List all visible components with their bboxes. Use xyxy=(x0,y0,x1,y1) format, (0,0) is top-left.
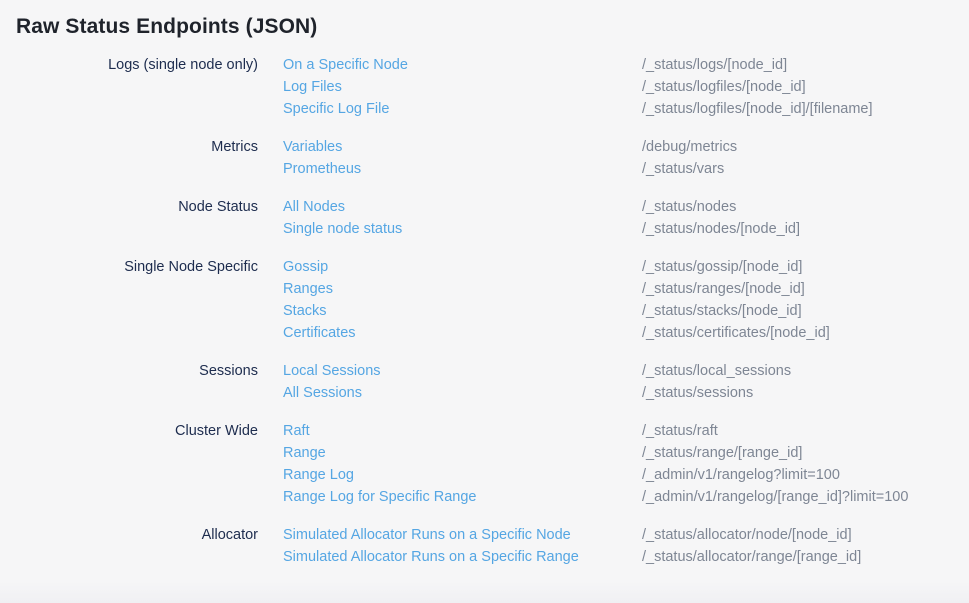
endpoint-path: /_status/nodes/[node_id] xyxy=(642,218,969,240)
section-category: Metrics xyxy=(0,136,258,180)
endpoint-path: /_status/sessions xyxy=(642,382,969,404)
section-category: Node Status xyxy=(0,196,258,240)
section-category: Allocator xyxy=(0,524,258,568)
section-category: Cluster Wide xyxy=(0,420,258,508)
endpoint-path: /_status/ranges/[node_id] xyxy=(642,278,969,300)
endpoint-path: /_status/local_sessions xyxy=(642,360,969,382)
endpoint-path: /_status/allocator/node/[node_id] xyxy=(642,524,969,546)
endpoint-link[interactable]: Ranges xyxy=(283,278,642,300)
endpoint-path: /_status/logfiles/[node_id]/[filename] xyxy=(642,98,969,120)
section-rows: Gossip /_status/gossip/[node_id] Ranges … xyxy=(283,256,969,344)
endpoint-link[interactable]: Certificates xyxy=(283,322,642,344)
endpoint-row: Variables /debug/metrics xyxy=(283,136,969,158)
endpoint-link[interactable]: Raft xyxy=(283,420,642,442)
endpoint-link[interactable]: Range Log for Specific Range xyxy=(283,486,642,508)
endpoint-row: Log Files /_status/logfiles/[node_id] xyxy=(283,76,969,98)
section-rows: Variables /debug/metrics Prometheus /_st… xyxy=(283,136,969,180)
endpoint-link[interactable]: Single node status xyxy=(283,218,642,240)
endpoint-link[interactable]: All Sessions xyxy=(283,382,642,404)
section-category: Single Node Specific xyxy=(0,256,258,344)
endpoint-path: /_admin/v1/rangelog?limit=100 xyxy=(642,464,969,486)
endpoint-row: Range Log /_admin/v1/rangelog?limit=100 xyxy=(283,464,969,486)
endpoint-row: All Sessions /_status/sessions xyxy=(283,382,969,404)
endpoint-link[interactable]: Prometheus xyxy=(283,158,642,180)
endpoint-row: Specific Log File /_status/logfiles/[nod… xyxy=(283,98,969,120)
endpoint-link[interactable]: All Nodes xyxy=(283,196,642,218)
section-rows: On a Specific Node /_status/logs/[node_i… xyxy=(283,54,969,120)
endpoint-path: /debug/metrics xyxy=(642,136,969,158)
endpoint-link[interactable]: Specific Log File xyxy=(283,98,642,120)
endpoint-link[interactable]: Range Log xyxy=(283,464,642,486)
endpoint-row: Prometheus /_status/vars xyxy=(283,158,969,180)
endpoint-path: /_status/logfiles/[node_id] xyxy=(642,76,969,98)
endpoint-link[interactable]: Variables xyxy=(283,136,642,158)
page-title: Raw Status Endpoints (JSON) xyxy=(0,0,969,39)
endpoint-row: All Nodes /_status/nodes xyxy=(283,196,969,218)
endpoint-row: Local Sessions /_status/local_sessions xyxy=(283,360,969,382)
endpoint-path: /_status/certificates/[node_id] xyxy=(642,322,969,344)
endpoint-row: Range Log for Specific Range /_admin/v1/… xyxy=(283,486,969,508)
endpoint-row: Stacks /_status/stacks/[node_id] xyxy=(283,300,969,322)
endpoint-path: /_status/logs/[node_id] xyxy=(642,54,969,76)
endpoint-link[interactable]: Local Sessions xyxy=(283,360,642,382)
endpoint-section-single-node: Single Node Specific Gossip /_status/gos… xyxy=(0,256,969,344)
endpoint-row: Ranges /_status/ranges/[node_id] xyxy=(283,278,969,300)
endpoint-row: Gossip /_status/gossip/[node_id] xyxy=(283,256,969,278)
endpoint-link[interactable]: Log Files xyxy=(283,76,642,98)
endpoint-path: /_status/stacks/[node_id] xyxy=(642,300,969,322)
endpoint-row: On a Specific Node /_status/logs/[node_i… xyxy=(283,54,969,76)
endpoint-table: Logs (single node only) On a Specific No… xyxy=(0,54,969,568)
endpoint-row: Certificates /_status/certificates/[node… xyxy=(283,322,969,344)
endpoint-section-logs: Logs (single node only) On a Specific No… xyxy=(0,54,969,120)
endpoint-row: Range /_status/range/[range_id] xyxy=(283,442,969,464)
endpoint-link[interactable]: Gossip xyxy=(283,256,642,278)
endpoint-link[interactable]: Range xyxy=(283,442,642,464)
endpoint-section-sessions: Sessions Local Sessions /_status/local_s… xyxy=(0,360,969,404)
endpoint-path: /_status/range/[range_id] xyxy=(642,442,969,464)
endpoint-row: Simulated Allocator Runs on a Specific R… xyxy=(283,546,969,568)
endpoint-section-allocator: Allocator Simulated Allocator Runs on a … xyxy=(0,524,969,568)
endpoint-section-cluster-wide: Cluster Wide Raft /_status/raft Range /_… xyxy=(0,420,969,508)
endpoint-path: /_status/gossip/[node_id] xyxy=(642,256,969,278)
endpoint-link[interactable]: Simulated Allocator Runs on a Specific N… xyxy=(283,524,642,546)
section-rows: All Nodes /_status/nodes Single node sta… xyxy=(283,196,969,240)
endpoint-path: /_status/nodes xyxy=(642,196,969,218)
endpoint-section-metrics: Metrics Variables /debug/metrics Prometh… xyxy=(0,136,969,180)
section-category: Logs (single node only) xyxy=(0,54,258,120)
endpoint-row: Raft /_status/raft xyxy=(283,420,969,442)
section-rows: Raft /_status/raft Range /_status/range/… xyxy=(283,420,969,508)
endpoint-section-node-status: Node Status All Nodes /_status/nodes Sin… xyxy=(0,196,969,240)
endpoint-path: /_admin/v1/rangelog/[range_id]?limit=100 xyxy=(642,486,969,508)
endpoint-link[interactable]: Stacks xyxy=(283,300,642,322)
endpoint-path: /_status/allocator/range/[range_id] xyxy=(642,546,969,568)
endpoint-path: /_status/raft xyxy=(642,420,969,442)
endpoint-link[interactable]: On a Specific Node xyxy=(283,54,642,76)
section-rows: Simulated Allocator Runs on a Specific N… xyxy=(283,524,969,568)
endpoint-row: Simulated Allocator Runs on a Specific N… xyxy=(283,524,969,546)
section-rows: Local Sessions /_status/local_sessions A… xyxy=(283,360,969,404)
section-category: Sessions xyxy=(0,360,258,404)
endpoint-link[interactable]: Simulated Allocator Runs on a Specific R… xyxy=(283,546,642,568)
endpoint-row: Single node status /_status/nodes/[node_… xyxy=(283,218,969,240)
endpoint-path: /_status/vars xyxy=(642,158,969,180)
